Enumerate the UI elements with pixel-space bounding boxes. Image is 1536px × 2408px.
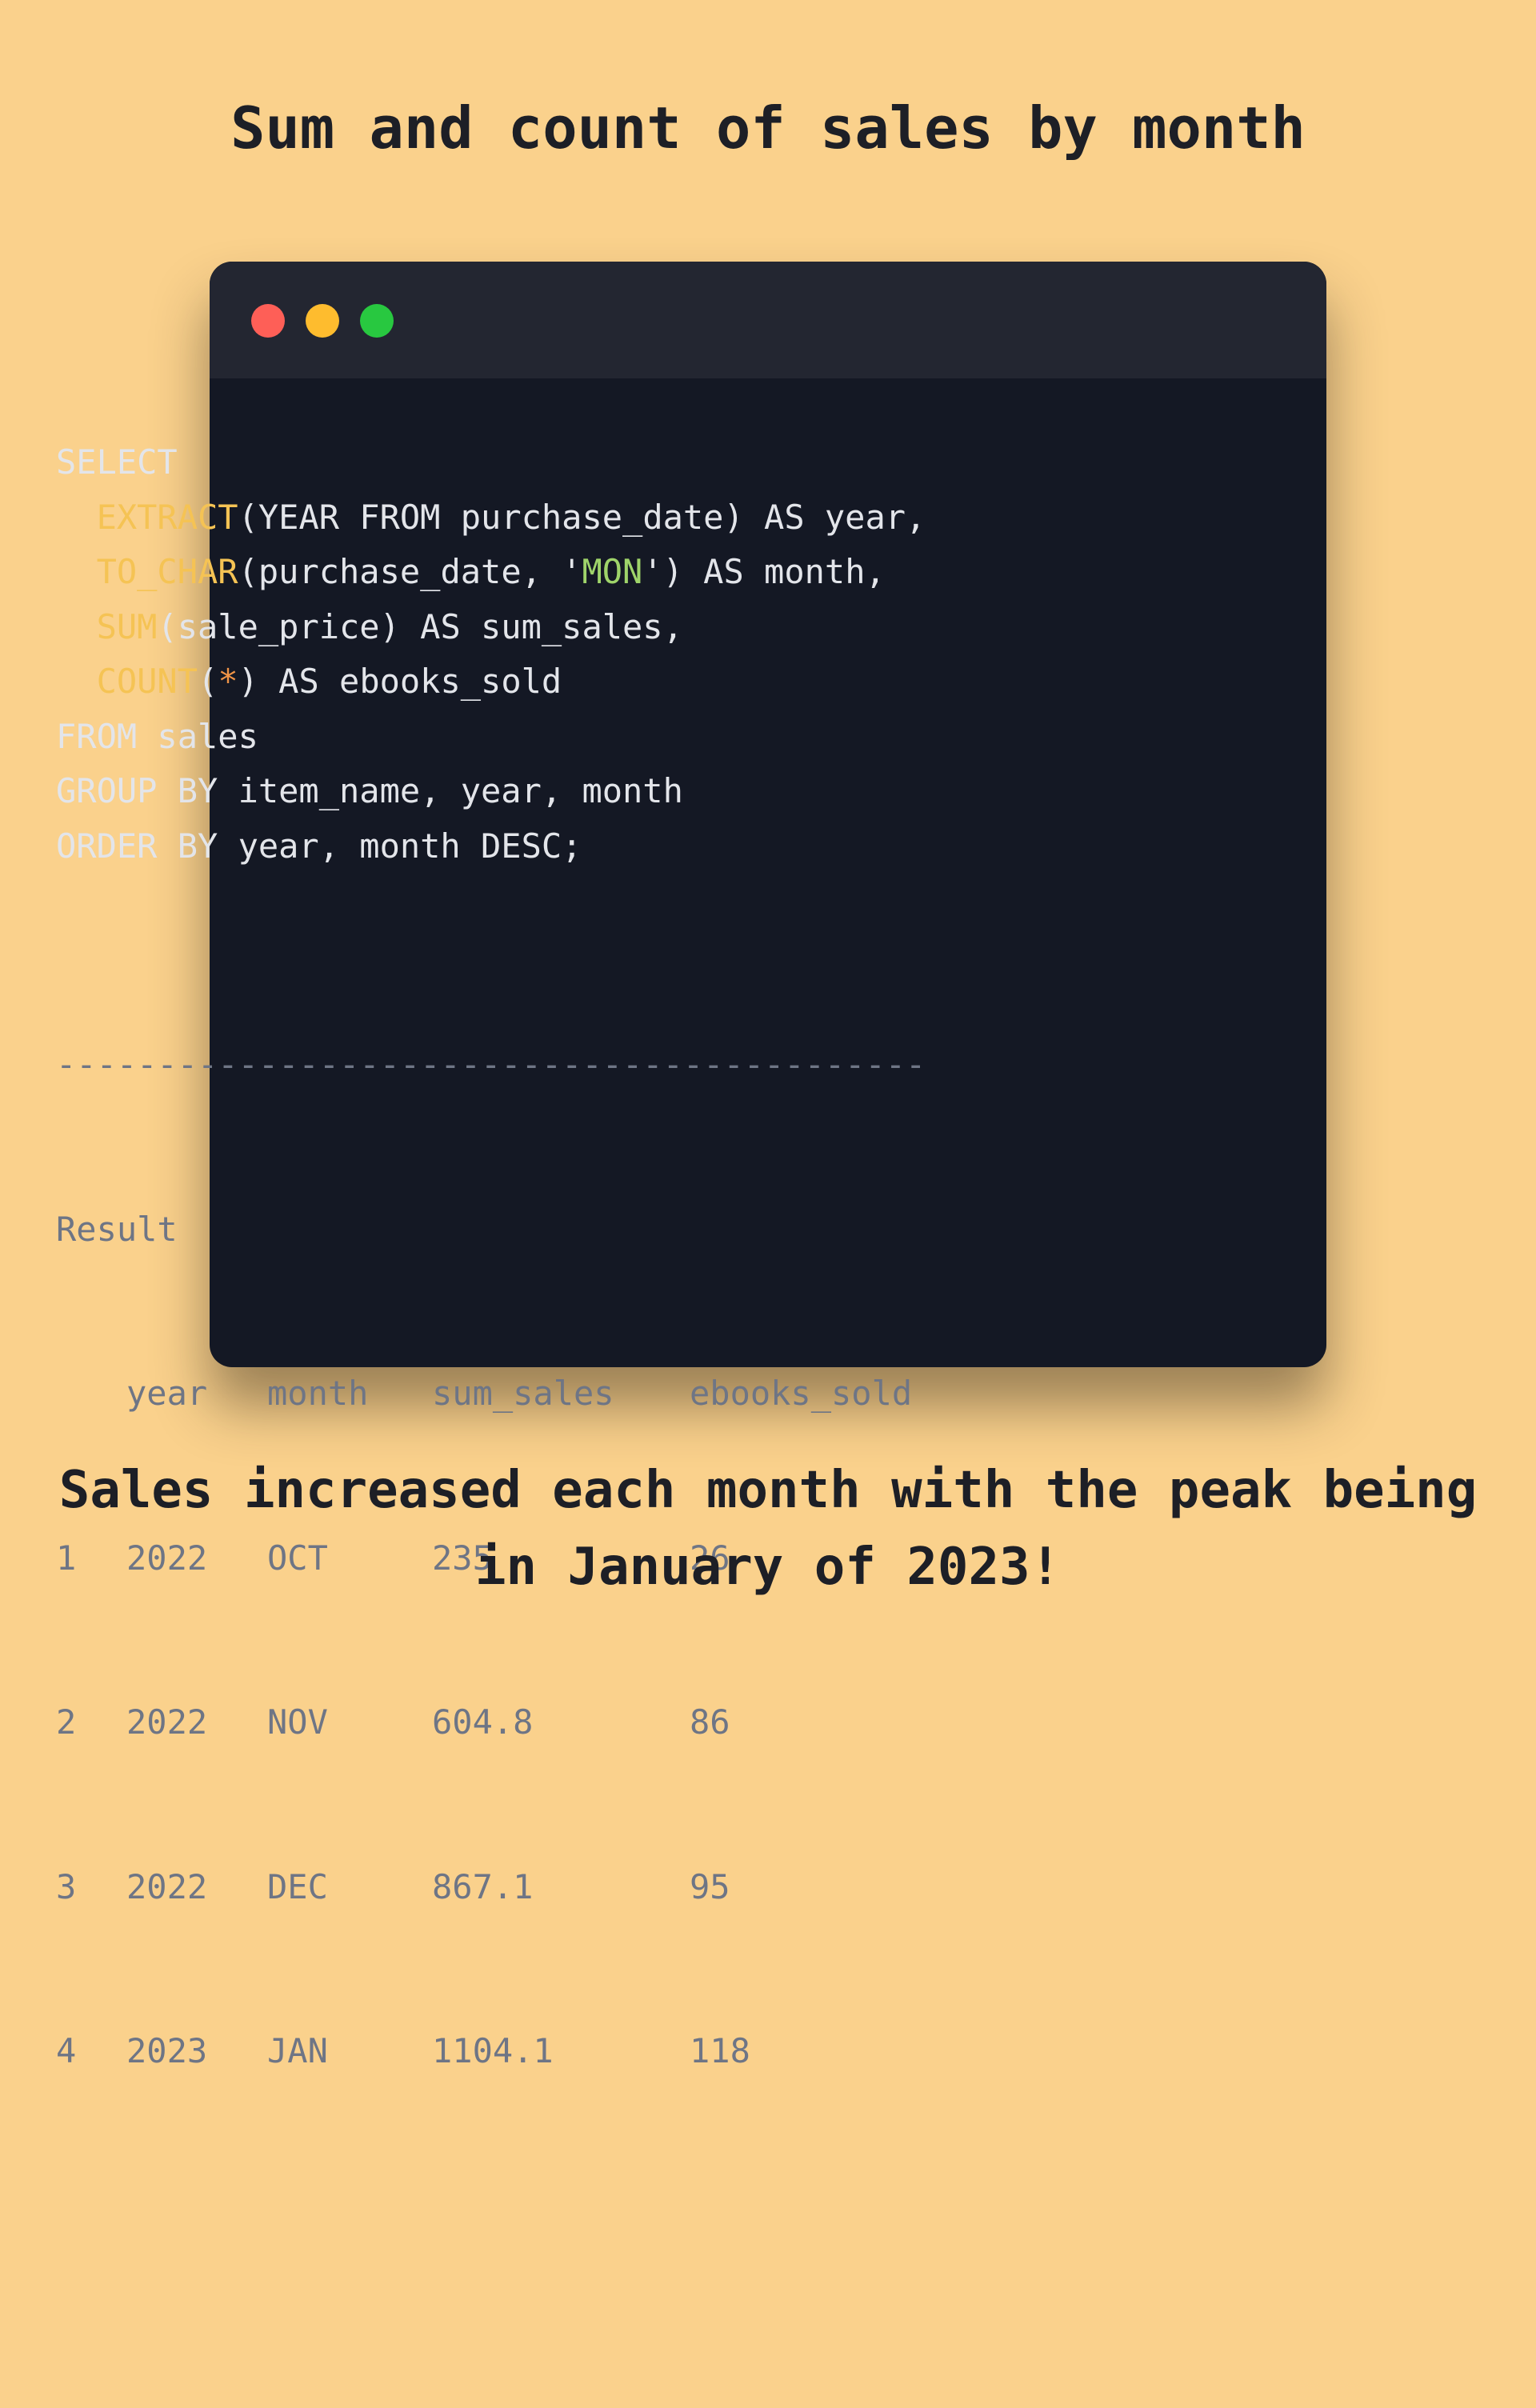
cell-sum-sales: 867.1 bbox=[432, 1866, 534, 1906]
code-token: ORDER BY year, month DESC; bbox=[56, 826, 582, 866]
code-function-token: SUM bbox=[96, 606, 158, 646]
column-header-month: month bbox=[267, 1374, 369, 1413]
code-line: EXTRACT(YEAR FROM purchase_date) AS year… bbox=[56, 490, 926, 546]
code-token: SELECT bbox=[56, 442, 178, 482]
footer-line-1: Sales increased each month with the peak… bbox=[58, 1461, 1478, 1520]
code-token: ) AS ebooks_sold bbox=[238, 662, 562, 701]
table-row: 3 2022 DEC 867.1 95 bbox=[56, 1860, 1061, 1915]
column-header-year: year bbox=[126, 1374, 208, 1413]
table-row: 4 2023 JAN 1104.1 118 bbox=[56, 2024, 1061, 2079]
code-string-token: MON bbox=[582, 552, 643, 591]
code-token: ( bbox=[198, 662, 218, 701]
cell-ebooks-sold: 95 bbox=[690, 1866, 730, 1906]
code-line: TO_CHAR(purchase_date, 'MON') AS month, bbox=[56, 545, 926, 600]
code-line: FROM sales bbox=[56, 710, 926, 765]
cell-sum-sales: 1104.1 bbox=[432, 2031, 554, 2070]
code-operator-token: * bbox=[218, 662, 238, 701]
cell-month: NOV bbox=[267, 1702, 328, 1742]
row-index: 3 bbox=[56, 1866, 77, 1906]
cell-year: 2022 bbox=[126, 1702, 208, 1742]
code-line: SELECT bbox=[56, 435, 926, 490]
code-function-token: TO_CHAR bbox=[96, 552, 238, 591]
cell-year: 2022 bbox=[126, 1866, 208, 1906]
code-function-token: COUNT bbox=[96, 662, 198, 701]
result-label: Result bbox=[56, 1209, 178, 1249]
code-line: ORDER BY year, month DESC; bbox=[56, 819, 926, 874]
minimize-window-dot-icon[interactable] bbox=[306, 304, 339, 338]
column-header-sum-sales: sum_sales bbox=[432, 1374, 614, 1413]
result-separator: ----------------------------------------… bbox=[56, 1045, 926, 1084]
row-index: 4 bbox=[56, 2031, 77, 2070]
code-line: GROUP BY item_name, year, month bbox=[56, 764, 926, 819]
window-titlebar bbox=[210, 262, 1326, 378]
code-line: COUNT(*) AS ebooks_sold bbox=[56, 654, 926, 710]
column-header-ebooks-sold: ebooks_sold bbox=[690, 1374, 913, 1413]
footer-caption: Sales increased each month with the peak… bbox=[0, 1452, 1536, 1606]
footer-line-2: in January of 2023! bbox=[474, 1538, 1062, 1597]
cell-month: JAN bbox=[267, 2031, 328, 2070]
cell-sum-sales: 604.8 bbox=[432, 1702, 534, 1742]
code-line: SUM(sale_price) AS sum_sales, bbox=[56, 600, 926, 655]
code-token: (YEAR FROM purchase_date) AS year, bbox=[238, 497, 926, 537]
row-index: 2 bbox=[56, 1702, 77, 1742]
code-function-token: EXTRACT bbox=[96, 497, 238, 537]
cell-year: 2023 bbox=[126, 2031, 208, 2070]
code-token: GROUP BY item_name, year, month bbox=[56, 771, 683, 810]
code-token: ') AS month, bbox=[642, 552, 886, 591]
table-row: 2 2022 NOV 604.8 86 bbox=[56, 1695, 1061, 1750]
cell-ebooks-sold: 86 bbox=[690, 1702, 730, 1742]
page-title: Sum and count of sales by month bbox=[230, 94, 1306, 162]
cell-month: DEC bbox=[267, 1866, 328, 1906]
code-token: (sale_price) AS sum_sales, bbox=[157, 606, 683, 646]
sql-code-block: SELECT EXTRACT(YEAR FROM purchase_date) … bbox=[56, 435, 926, 874]
code-token: (purchase_date, ' bbox=[238, 552, 582, 591]
close-window-dot-icon[interactable] bbox=[251, 304, 285, 338]
cell-ebooks-sold: 118 bbox=[690, 2031, 750, 2070]
code-token: FROM sales bbox=[56, 716, 258, 756]
maximize-window-dot-icon[interactable] bbox=[360, 304, 394, 338]
result-header-row: year month sum_sales ebooks_sold bbox=[56, 1366, 1061, 1422]
